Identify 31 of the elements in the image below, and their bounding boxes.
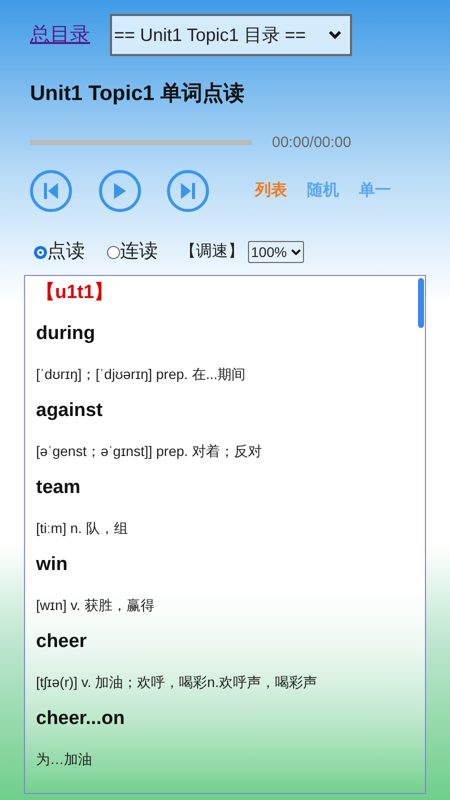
play-button[interactable]: [99, 170, 141, 212]
progress-track[interactable]: [30, 140, 252, 146]
read-mode-radio[interactable]: 连读: [107, 238, 158, 266]
page-title: Unit1 Topic1 单词点读: [30, 81, 246, 107]
read-mode-radio[interactable]: 点读: [34, 238, 85, 266]
word-heading[interactable]: cheer...on: [36, 706, 405, 732]
next-button[interactable]: [167, 170, 209, 212]
word-heading[interactable]: team: [36, 475, 405, 501]
word-heading[interactable]: against: [36, 398, 405, 424]
scrollbar-thumb[interactable]: [418, 278, 424, 328]
previous-button[interactable]: [30, 170, 72, 212]
speed-label: 【调速】: [180, 242, 244, 262]
speed-select[interactable]: 100%: [248, 241, 304, 264]
section-heading: 【u1t1】: [36, 280, 114, 304]
word-definition: [wɪn] v. 获胜，赢得: [36, 596, 156, 615]
chevron-down-icon: [290, 248, 301, 256]
word-definition: [əˈgenst；əˈgɪnst]] prep. 对着；反对: [36, 442, 263, 461]
word-heading[interactable]: during: [36, 321, 405, 347]
word-heading[interactable]: win: [36, 552, 405, 578]
home-link[interactable]: 总目录: [30, 20, 90, 50]
time-display: 00:00/00:00: [272, 132, 352, 152]
word-heading[interactable]: cheer: [36, 629, 405, 655]
play-icon: [114, 183, 126, 199]
chevron-down-icon: [328, 30, 342, 40]
skip-next-icon: [181, 183, 195, 199]
word-definition: 为…加油: [36, 750, 93, 769]
word-definition: [tʃɪə(r)] v. 加油；欢呼，喝彩n.欢呼声，喝彩声: [36, 673, 318, 692]
word-definition: [tiːm] n. 队，组: [36, 519, 129, 538]
word-definition: [ˈdʊrɪŋ]；[ˈdjʊərɪŋ] prep. 在...期间: [36, 365, 246, 384]
skip-previous-icon: [44, 183, 58, 199]
topic-select[interactable]: == Unit1 Topic1 目录 ==: [110, 14, 352, 56]
